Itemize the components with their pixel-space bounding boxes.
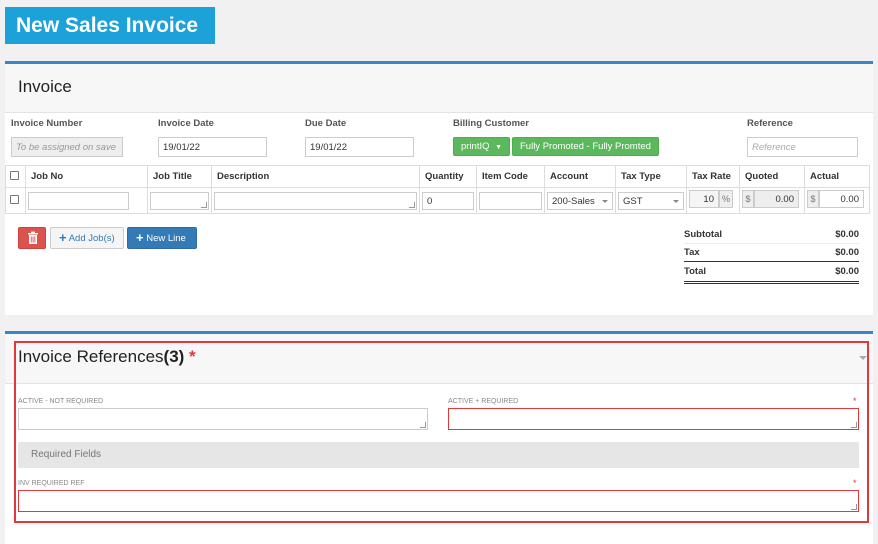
total-value: $0.00 (835, 266, 859, 277)
col-item-code: Item Code (476, 165, 545, 188)
row-checkbox[interactable] (10, 194, 19, 204)
col-description: Description (211, 165, 420, 188)
invoice-number-input: To be assigned on save (11, 137, 123, 157)
plus-icon: + (59, 230, 67, 245)
actual-currency-addon: $ (807, 190, 819, 208)
col-job-title: Job Title (147, 165, 212, 188)
invoice-date-input[interactable]: 19/01/22 (158, 137, 267, 157)
reference-label: Reference (747, 118, 793, 129)
invoice-lines-table: Job No Job Title Description Quantity It… (5, 165, 870, 214)
tax-rate-input[interactable]: 10 (689, 190, 719, 208)
tax-type-value: GST (623, 195, 643, 207)
col-quantity: Quantity (419, 165, 477, 188)
col-tax-rate: Tax Rate (686, 165, 740, 188)
total-label: Total (684, 266, 706, 277)
invoice-number-label: Invoice Number (11, 118, 83, 129)
job-title-cell (147, 187, 212, 214)
account-cell: 200-Sales (544, 187, 616, 214)
invoice-date-label: Invoice Date (158, 118, 214, 129)
customer-dropdown-button[interactable]: printIQ ▼ (453, 137, 511, 156)
item-code-input[interactable] (479, 191, 542, 210)
due-date-label: Due Date (305, 118, 347, 129)
account-select[interactable]: 200-Sales (547, 191, 613, 210)
add-jobs-button[interactable]: + Add Job(s) (50, 227, 124, 249)
subtotal-label: Subtotal (684, 229, 722, 240)
chevron-down-icon (673, 199, 679, 203)
new-line-label: New Line (146, 233, 186, 244)
table-row: 0 200-Sales GST 10% $0.00 $0.00 (5, 187, 870, 214)
plus-icon: + (136, 230, 144, 245)
tax-type-cell: GST (615, 187, 687, 214)
job-title-input[interactable] (150, 191, 209, 210)
percent-addon: % (719, 190, 733, 208)
tax-value: $0.00 (835, 247, 859, 258)
billing-customer-label: Billing Customer (453, 118, 530, 129)
subtotal-value: $0.00 (835, 229, 859, 240)
account-value: 200-Sales (552, 195, 595, 207)
quoted-currency-addon: $ (742, 190, 754, 208)
customer-name: printIQ (461, 141, 490, 152)
description-cell (211, 187, 420, 214)
col-account: Account (544, 165, 616, 188)
col-actual: Actual (804, 165, 870, 188)
select-all-cell (5, 165, 26, 188)
quantity-cell: 0 (419, 187, 477, 214)
total-row: Total $0.00 (684, 262, 859, 284)
quoted-value: 0.00 (754, 190, 799, 208)
actual-input[interactable]: 0.00 (819, 190, 864, 208)
resize-handle-icon[interactable] (201, 201, 207, 208)
quoted-cell: $0.00 (739, 187, 805, 214)
highlight-box (14, 341, 869, 523)
resize-handle-icon[interactable] (409, 201, 415, 208)
caret-down-icon: ▼ (495, 144, 503, 151)
new-line-button[interactable]: + New Line (127, 227, 197, 249)
item-code-cell (476, 187, 545, 214)
select-all-checkbox[interactable] (10, 170, 19, 180)
due-date-input[interactable]: 19/01/22 (305, 137, 414, 157)
actual-cell: $0.00 (804, 187, 870, 214)
tax-label: Tax (684, 247, 700, 258)
job-no-cell (25, 187, 148, 214)
tax-type-select[interactable]: GST (618, 191, 684, 210)
table-header-row: Job No Job Title Description Quantity It… (5, 165, 870, 188)
totals-block: Subtotal $0.00 Tax $0.00 Total $0.00 (684, 226, 859, 284)
description-input[interactable] (214, 191, 417, 210)
trash-icon (28, 231, 38, 244)
chevron-down-icon (602, 199, 608, 203)
delete-line-button[interactable] (18, 227, 46, 249)
col-tax-type: Tax Type (615, 165, 687, 188)
tax-row: Tax $0.00 (684, 244, 859, 262)
reference-input[interactable]: Reference (747, 137, 858, 157)
invoice-heading: Invoice (5, 64, 873, 113)
quantity-input[interactable]: 0 (422, 191, 474, 210)
tax-rate-cell: 10% (686, 187, 740, 214)
status-button[interactable]: Fully Promoted - Fully Promted (512, 137, 659, 156)
subtotal-row: Subtotal $0.00 (684, 226, 859, 244)
page-title: New Sales Invoice (5, 7, 215, 44)
add-jobs-label: Add Job(s) (68, 233, 115, 244)
col-quoted: Quoted (739, 165, 805, 188)
row-select-cell (5, 187, 26, 214)
job-no-input[interactable] (28, 191, 129, 210)
col-job-no: Job No (25, 165, 148, 188)
